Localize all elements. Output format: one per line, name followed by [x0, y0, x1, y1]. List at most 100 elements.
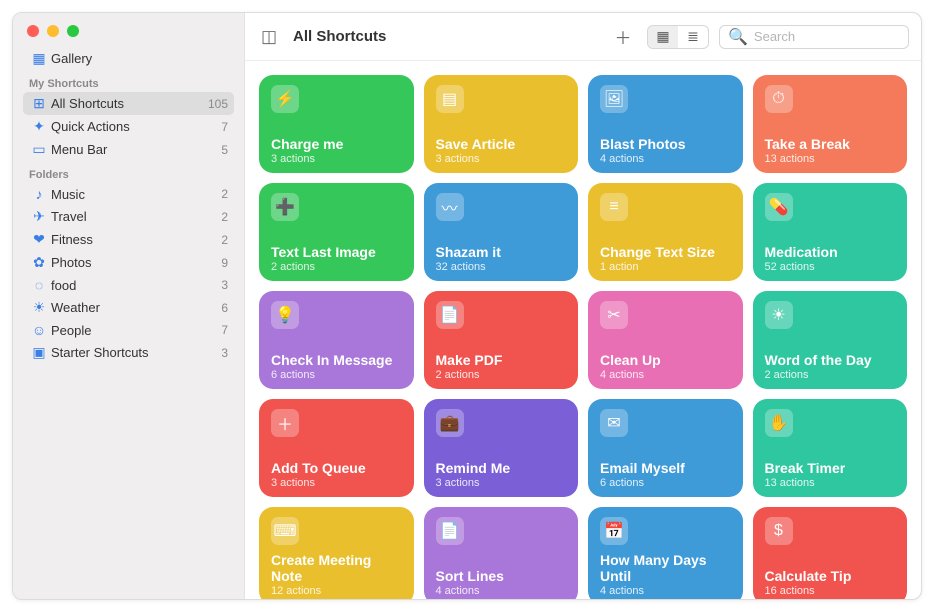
shortcut-name: Clean Up	[600, 352, 731, 368]
sidebar-item-label: Photos	[49, 255, 221, 270]
shortcut-icon: ⌨	[271, 517, 299, 545]
shortcut-icon: 💼	[436, 409, 464, 437]
add-button[interactable]: ＋	[609, 25, 637, 49]
sidebar-item-people[interactable]: ☺People7	[23, 319, 234, 341]
sidebar-item-weather[interactable]: ☀Weather6	[23, 296, 234, 319]
toolbar: ◫ All Shortcuts ＋ ▦ ≣ 🔍	[245, 13, 921, 61]
sidebar-item-label: Fitness	[49, 232, 221, 247]
shortcut-name: Check In Message	[271, 352, 402, 368]
sidebar-item-label: Travel	[49, 209, 221, 224]
sidebar-item-quick-actions[interactable]: ✦Quick Actions7	[23, 115, 234, 138]
sidebar-item-icon: ✈	[29, 208, 49, 225]
shortcut-card[interactable]: $ Calculate Tip16 actions	[753, 507, 908, 599]
shortcut-card[interactable]: 💊 Medication52 actions	[753, 183, 908, 281]
shortcut-subtitle: 12 actions	[271, 585, 402, 597]
sidebar-item-label: Music	[49, 187, 221, 202]
shortcut-card[interactable]: 📄Make PDF2 actions	[424, 291, 579, 389]
shortcut-icon: $	[765, 517, 793, 545]
sidebar-item-music[interactable]: ♪Music2	[23, 183, 234, 205]
sidebar-item-label: All Shortcuts	[49, 96, 208, 111]
shortcut-subtitle: 3 actions	[436, 153, 567, 165]
sidebar-item-icon: ☀	[29, 299, 49, 316]
shortcut-card[interactable]: ▤Save Article3 actions	[424, 75, 579, 173]
sidebar-item-starter-shortcuts[interactable]: ▣Starter Shortcuts3	[23, 341, 234, 364]
shortcut-icon: ✂	[600, 301, 628, 329]
shortcut-icon: ▤	[436, 85, 464, 113]
shortcut-subtitle: 3 actions	[271, 153, 402, 165]
shortcut-subtitle: 6 actions	[600, 477, 731, 489]
sidebar-item-count: 6	[221, 301, 228, 315]
sidebar-toggle-icon[interactable]: ◫	[255, 25, 283, 49]
shortcut-card[interactable]: ＋Add To Queue3 actions	[259, 399, 414, 497]
sidebar-item-count: 105	[208, 97, 228, 111]
shortcut-icon: ➕	[271, 193, 299, 221]
shortcut-card[interactable]: ⌨Create Meeting Note12 actions	[259, 507, 414, 599]
shortcut-name: Blast Photos	[600, 136, 731, 152]
shortcut-icon: 〰	[436, 193, 464, 221]
shortcut-card[interactable]: 📅How Many Days Until4 actions	[588, 507, 743, 599]
sidebar-item-count: 9	[221, 256, 228, 270]
sidebar-item-count: 2	[221, 187, 228, 201]
shortcut-card[interactable]: 📄Sort Lines4 actions	[424, 507, 579, 599]
grid-view-button[interactable]: ▦	[648, 26, 678, 48]
sidebar-item-count: 7	[221, 120, 228, 134]
shortcut-card[interactable]: 🖼Blast Photos4 actions	[588, 75, 743, 173]
sidebar-item-icon: ▣	[29, 344, 49, 361]
shortcut-subtitle: 52 actions	[765, 261, 896, 273]
shortcut-subtitle: 2 actions	[436, 369, 567, 381]
sidebar-item-label: Starter Shortcuts	[49, 345, 221, 360]
list-view-button[interactable]: ≣	[678, 26, 708, 48]
shortcut-card[interactable]: ☀Word of the Day2 actions	[753, 291, 908, 389]
search-icon: 🔍	[728, 27, 748, 47]
shortcut-grid: ⚡Charge me3 actions▤Save Article3 action…	[259, 75, 907, 599]
app-window: ▦ Gallery My Shortcuts ⊞All Shortcuts105…	[12, 12, 922, 600]
sidebar-item-photos[interactable]: ✿Photos9	[23, 251, 234, 274]
sidebar-item-count: 3	[221, 346, 228, 360]
shortcut-name: Calculate Tip	[765, 568, 896, 584]
sidebar-item-label: People	[49, 323, 221, 338]
shortcut-icon: ≡	[600, 193, 628, 221]
fullscreen-icon[interactable]	[67, 25, 79, 37]
shortcut-icon: 💊	[765, 193, 793, 221]
shortcut-card[interactable]: ✋Break Timer13 actions	[753, 399, 908, 497]
search-input[interactable]	[754, 29, 900, 44]
sidebar-item-count: 3	[221, 278, 228, 292]
shortcut-card[interactable]: ≡Change Text Size1 action	[588, 183, 743, 281]
shortcut-icon: ⏱	[765, 85, 793, 113]
sidebar-item-all-shortcuts[interactable]: ⊞All Shortcuts105	[23, 92, 234, 115]
shortcut-card[interactable]: ⏱Take a Break13 actions	[753, 75, 908, 173]
shortcut-name: Medication	[765, 244, 896, 260]
search-field[interactable]: 🔍	[719, 25, 909, 49]
minimize-icon[interactable]	[47, 25, 59, 37]
sidebar-item-icon: ♪	[29, 186, 49, 202]
shortcut-card[interactable]: 💼Remind Me3 actions	[424, 399, 579, 497]
sidebar-item-gallery[interactable]: ▦ Gallery	[23, 47, 234, 70]
sidebar-item-menu-bar[interactable]: ▭Menu Bar5	[23, 138, 234, 161]
shortcut-icon: ☀	[765, 301, 793, 329]
shortcut-name: Text Last Image	[271, 244, 402, 260]
shortcut-subtitle: 4 actions	[600, 369, 731, 381]
sidebar-item-icon: ❤	[29, 231, 49, 248]
shortcut-card[interactable]: 💡 Check In Message6 actions	[259, 291, 414, 389]
sidebar-item-travel[interactable]: ✈Travel2	[23, 205, 234, 228]
sidebar-item-icon: ☺	[29, 322, 49, 338]
shortcut-subtitle: 32 actions	[436, 261, 567, 273]
shortcut-icon: ✉	[600, 409, 628, 437]
shortcut-card[interactable]: ⚡Charge me3 actions	[259, 75, 414, 173]
shortcut-subtitle: 16 actions	[765, 585, 896, 597]
shortcut-icon: 🖼	[600, 85, 628, 113]
sidebar-item-count: 7	[221, 323, 228, 337]
shortcut-card[interactable]: ➕Text Last Image2 actions	[259, 183, 414, 281]
shortcut-card[interactable]: 〰Shazam it32 actions	[424, 183, 579, 281]
shortcut-subtitle: 6 actions	[271, 369, 402, 381]
sidebar-item-food[interactable]: ◌food3	[23, 274, 234, 296]
sidebar-item-count: 2	[221, 210, 228, 224]
shortcut-icon: ✋	[765, 409, 793, 437]
shortcut-icon: 💡	[271, 301, 299, 329]
shortcut-card[interactable]: ✂ Clean Up4 actions	[588, 291, 743, 389]
shortcut-grid-scroll[interactable]: ⚡Charge me3 actions▤Save Article3 action…	[245, 61, 921, 599]
sidebar-item-fitness[interactable]: ❤Fitness2	[23, 228, 234, 251]
shortcut-icon: ⚡	[271, 85, 299, 113]
shortcut-card[interactable]: ✉Email Myself6 actions	[588, 399, 743, 497]
close-icon[interactable]	[27, 25, 39, 37]
